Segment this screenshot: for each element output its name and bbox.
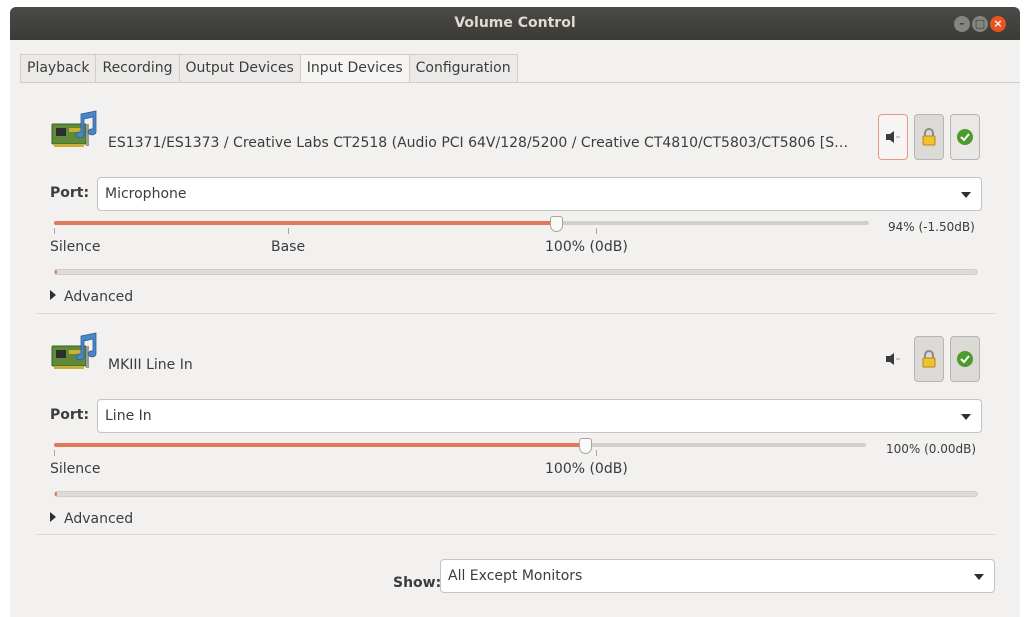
device-separator — [36, 313, 996, 314]
volume-control-window: Volume Control – □ × Playback Recording … — [10, 7, 1020, 617]
slider-tick — [54, 228, 55, 234]
advanced-expander[interactable]: Advanced — [50, 511, 133, 527]
speaker-icon — [886, 131, 900, 143]
peak-meter-fill — [55, 270, 57, 274]
window-title: Volume Control — [454, 15, 576, 31]
lock-icon — [922, 128, 936, 146]
volume-slider-fill — [54, 221, 556, 225]
volume-slider-fill — [54, 443, 587, 447]
port-select[interactable]: Microphone — [97, 177, 982, 211]
tab-output-devices[interactable]: Output Devices — [178, 54, 301, 83]
peak-meter — [54, 269, 978, 275]
dropdown-arrow-icon — [961, 414, 971, 420]
mark-silence: Silence — [50, 239, 101, 255]
lock-channels-toggle[interactable] — [914, 336, 944, 382]
port-label: Port: — [50, 185, 90, 201]
sound-card-icon — [51, 110, 97, 147]
mark-100: 100% (0dB) — [545, 461, 628, 477]
title-bar[interactable]: Volume Control – □ × — [10, 7, 1020, 40]
set-default-toggle[interactable] — [950, 336, 980, 382]
volume-readout: 100% (0.00dB) — [886, 442, 977, 456]
volume-readout: 94% (-1.50dB) — [888, 220, 975, 234]
device-entry: ES1371/ES1373 / Creative Labs CT2518 (Au… — [36, 93, 996, 313]
minimize-button[interactable]: – — [954, 16, 970, 32]
dropdown-arrow-icon — [974, 574, 984, 580]
mark-100: 100% (0dB) — [545, 239, 628, 255]
slider-tick — [54, 450, 55, 456]
sound-card-icon — [51, 332, 97, 369]
tab-input-devices[interactable]: Input Devices — [299, 54, 410, 83]
check-icon — [957, 351, 973, 367]
dropdown-arrow-icon — [961, 192, 971, 198]
mute-toggle[interactable] — [878, 114, 908, 160]
expander-arrow-icon — [50, 512, 56, 522]
device-name: ES1371/ES1373 / Creative Labs CT2518 (Au… — [108, 135, 849, 151]
peak-meter-fill — [55, 492, 57, 496]
maximize-button[interactable]: □ — [972, 16, 988, 32]
close-button[interactable]: × — [990, 16, 1006, 32]
port-select[interactable]: Line In — [97, 399, 982, 433]
show-label: Show: — [393, 575, 442, 591]
volume-slider-thumb[interactable] — [550, 216, 563, 232]
advanced-label: Advanced — [64, 289, 134, 305]
peak-meter — [54, 491, 978, 497]
slider-tick — [596, 228, 597, 234]
tab-divider — [20, 82, 1020, 83]
volume-slider-thumb[interactable] — [579, 438, 592, 454]
expander-arrow-icon — [50, 290, 56, 300]
check-icon — [957, 129, 973, 145]
lock-icon — [922, 350, 936, 368]
mark-base: Base — [271, 239, 306, 255]
tab-bar: Playback Recording Output Devices Input … — [20, 54, 518, 83]
advanced-expander[interactable]: Advanced — [50, 289, 133, 305]
speaker-icon — [886, 353, 900, 365]
set-default-toggle[interactable] — [950, 114, 980, 160]
mute-toggle[interactable] — [878, 336, 908, 382]
show-filter-value: All Except Monitors — [448, 568, 583, 584]
port-select-value: Microphone — [105, 186, 187, 202]
show-filter-select[interactable]: All Except Monitors — [440, 559, 995, 593]
lock-channels-toggle[interactable] — [914, 114, 944, 160]
tab-playback[interactable]: Playback — [20, 54, 97, 83]
device-separator — [36, 534, 996, 535]
mark-silence: Silence — [50, 461, 101, 477]
device-entry: MKIII Line In Port: Line In 100% (0.00dB… — [36, 315, 996, 535]
slider-tick — [596, 450, 597, 456]
tab-configuration[interactable]: Configuration — [408, 54, 518, 83]
port-label: Port: — [50, 407, 90, 423]
advanced-label: Advanced — [64, 511, 134, 527]
port-select-value: Line In — [105, 408, 152, 424]
device-name: MKIII Line In — [108, 357, 193, 373]
slider-tick — [288, 228, 289, 234]
tab-recording[interactable]: Recording — [95, 54, 180, 83]
